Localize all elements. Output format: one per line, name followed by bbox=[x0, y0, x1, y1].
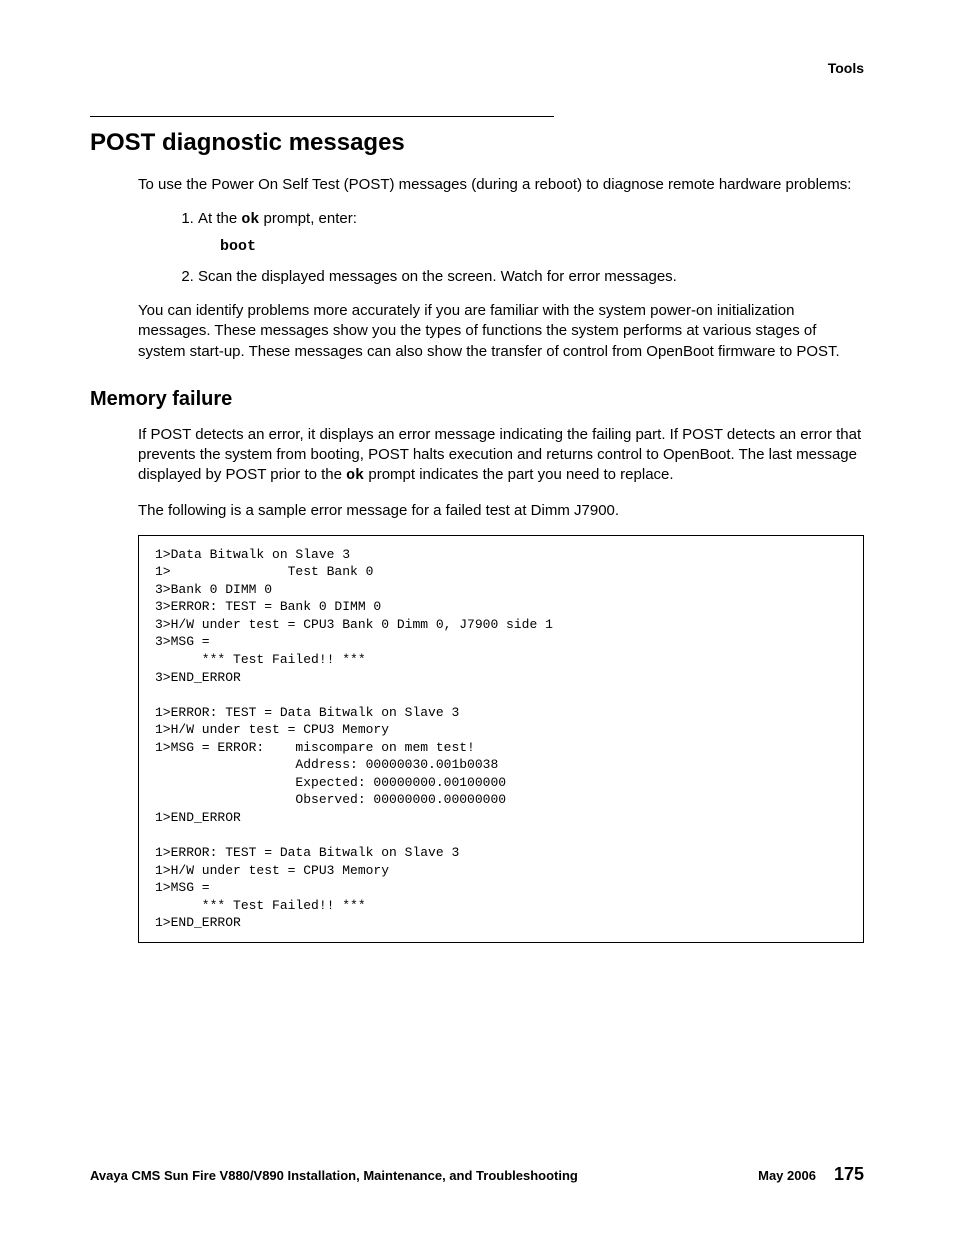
footer-right-group: May 2006 175 bbox=[758, 1164, 864, 1185]
header-section-label: Tools bbox=[90, 60, 864, 76]
footer-title: Avaya CMS Sun Fire V880/V890 Installatio… bbox=[90, 1168, 578, 1183]
page-container: Tools POST diagnostic messages To use th… bbox=[0, 0, 954, 1235]
footer-date: May 2006 bbox=[758, 1168, 816, 1183]
section-title: POST diagnostic messages bbox=[90, 129, 864, 157]
footer-page-number: 175 bbox=[834, 1164, 864, 1185]
subsection-p2: The following is a sample error message … bbox=[138, 501, 864, 521]
page-footer: Avaya CMS Sun Fire V880/V890 Installatio… bbox=[90, 1164, 864, 1185]
step-2: Scan the displayed messages on the scree… bbox=[198, 267, 864, 287]
subsection-title: Memory failure bbox=[90, 388, 864, 411]
step-1-prefix: At the bbox=[198, 210, 241, 227]
code-sample: 1>Data Bitwalk on Slave 3 1> Test Bank 0… bbox=[138, 535, 864, 943]
intro-paragraph: To use the Power On Self Test (POST) mes… bbox=[138, 175, 864, 195]
step-1-mono: ok bbox=[241, 211, 259, 228]
subsection-body: If POST detects an error, it displays an… bbox=[138, 425, 864, 521]
step-1-suffix: prompt, enter: bbox=[259, 210, 357, 227]
followup-paragraph: You can identify problems more accuratel… bbox=[138, 301, 864, 362]
step-1: At the ok prompt, enter: boot bbox=[198, 209, 864, 257]
subsection-p1-b: prompt indicates the part you need to re… bbox=[364, 466, 673, 483]
section-rule bbox=[90, 116, 554, 117]
step-1-command: boot bbox=[220, 237, 864, 257]
steps-list: At the ok prompt, enter: boot Scan the d… bbox=[138, 209, 864, 287]
subsection-p1: If POST detects an error, it displays an… bbox=[138, 425, 864, 487]
section-body: To use the Power On Self Test (POST) mes… bbox=[138, 175, 864, 362]
subsection-p1-mono: ok bbox=[346, 467, 364, 484]
